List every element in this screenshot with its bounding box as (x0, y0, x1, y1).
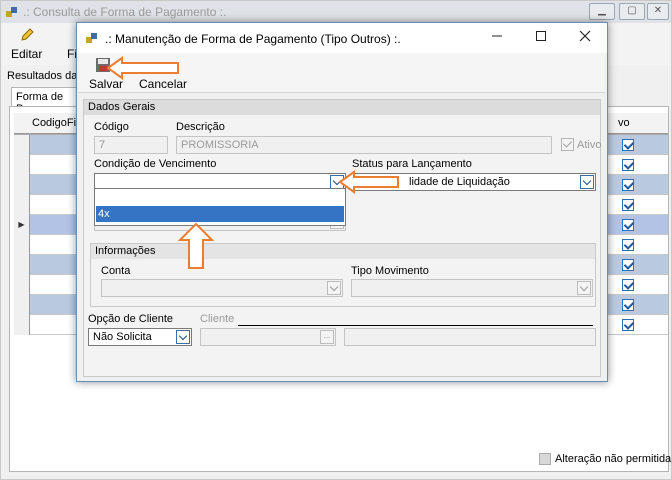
checkbox-checked-icon (622, 319, 634, 331)
close-icon (579, 30, 591, 42)
cliente-name-field (344, 328, 596, 346)
checkbox-checked-icon (622, 299, 634, 311)
cliente-code-field: ... (200, 328, 336, 346)
checkbox-checked-icon (622, 139, 634, 151)
chevron-down-icon[interactable] (176, 330, 190, 344)
row-selector[interactable] (14, 135, 30, 155)
checkbox-checked-icon (622, 159, 634, 171)
row-selector[interactable] (14, 155, 30, 175)
dropdown-option-empty[interactable] (96, 190, 344, 204)
tab-forma-de-pagamento[interactable]: Forma de Pag (11, 87, 81, 115)
annotation-arrow-left-icon (338, 170, 399, 194)
dados-gerais-group: Dados Gerais Código 7 Descrição PROMISSO… (83, 99, 601, 377)
chevron-down-icon[interactable] (580, 175, 594, 189)
opcao-cliente-label: Opção de Cliente (88, 313, 173, 325)
informacoes-header: Informações (91, 244, 595, 259)
dialog-close-button[interactable] (563, 25, 607, 51)
dialog-titlebar: .: Manutenção de Forma de Pagamento (Tip… (77, 23, 607, 53)
codigo-label: Código (94, 121, 129, 133)
row-selector[interactable] (14, 175, 30, 195)
dialog-title: .: Manutenção de Forma de Pagamento (Tip… (105, 32, 401, 46)
checkbox (539, 453, 551, 465)
conta-label: Conta (101, 265, 131, 277)
alteracao-label: Alteração não permitida (555, 453, 672, 465)
condicao-vencimento-dropdown: 4x (94, 188, 346, 226)
background-window-title: .: Consulta de Forma de Pagamento :. (23, 5, 227, 19)
conta-combo[interactable] (101, 279, 343, 297)
minimize-icon (492, 35, 502, 37)
descricao-field: PROMISSORIA (176, 136, 552, 154)
cliente-label: Cliente (200, 313, 235, 325)
ativo-label: Ativo (577, 139, 602, 151)
row-selector[interactable] (14, 315, 30, 335)
pencil-icon (21, 28, 34, 41)
row-selector[interactable] (14, 275, 30, 295)
chevron-down-icon[interactable] (577, 281, 591, 295)
grid-column-header[interactable]: CodigoFin (32, 117, 82, 129)
checkbox-checked-icon (622, 259, 634, 271)
row-selector[interactable] (14, 235, 30, 255)
grid-column-header[interactable]: vo (618, 117, 630, 129)
condicao-vencimento-label: Condição de Vencimento (94, 158, 217, 170)
status-lancamento-value: lidade de Liquidação (409, 176, 510, 188)
checkbox-checked-icon (622, 279, 634, 291)
maximize-icon (536, 31, 546, 41)
background-titlebar: .: Consulta de Forma de Pagamento :. ▁ ▢… (1, 1, 671, 23)
minimize-button[interactable]: ▁ (589, 3, 615, 20)
codigo-field: 7 (94, 136, 168, 154)
cliente-divider (238, 325, 593, 326)
descricao-label: Descrição (176, 121, 225, 133)
ativo-checkbox (561, 138, 574, 151)
dialog-minimize-button[interactable] (475, 25, 519, 51)
app-icon (86, 33, 97, 43)
app-icon (6, 7, 17, 17)
checkbox-checked-icon (622, 179, 634, 191)
tipo-movimento-combo[interactable] (351, 279, 593, 297)
dialog-maximize-button[interactable] (519, 25, 563, 51)
chevron-down-icon[interactable] (327, 281, 341, 295)
annotation-arrow-up-icon (178, 222, 214, 269)
row-selector[interactable] (14, 195, 30, 215)
tipo-movimento-label: Tipo Movimento (351, 265, 429, 277)
opcao-cliente-value: Não Solicita (93, 331, 152, 343)
status-lancamento-label: Status para Lançamento (352, 158, 472, 170)
lookup-button[interactable]: ... (320, 330, 334, 344)
opcao-cliente-combo[interactable]: Não Solicita (88, 328, 192, 346)
checkbox-checked-icon (622, 239, 634, 251)
close-button[interactable]: ✕ (647, 3, 669, 20)
annotation-arrow-left-icon (106, 56, 179, 80)
informacoes-group: Informações Conta Tipo Movimento (90, 243, 596, 307)
row-selector-arrow-icon[interactable]: ▶ (14, 215, 30, 235)
row-selector[interactable] (14, 255, 30, 275)
editar-button[interactable]: Editar (7, 25, 47, 63)
checkbox-checked-icon (622, 199, 634, 211)
checkbox-checked-icon (622, 219, 634, 231)
row-selector[interactable] (14, 295, 30, 315)
dropdown-option-4x[interactable]: 4x (96, 206, 344, 222)
maximize-button[interactable]: ▢ (619, 3, 645, 20)
dados-gerais-header: Dados Gerais (84, 100, 600, 115)
editar-label: Editar (11, 47, 43, 61)
